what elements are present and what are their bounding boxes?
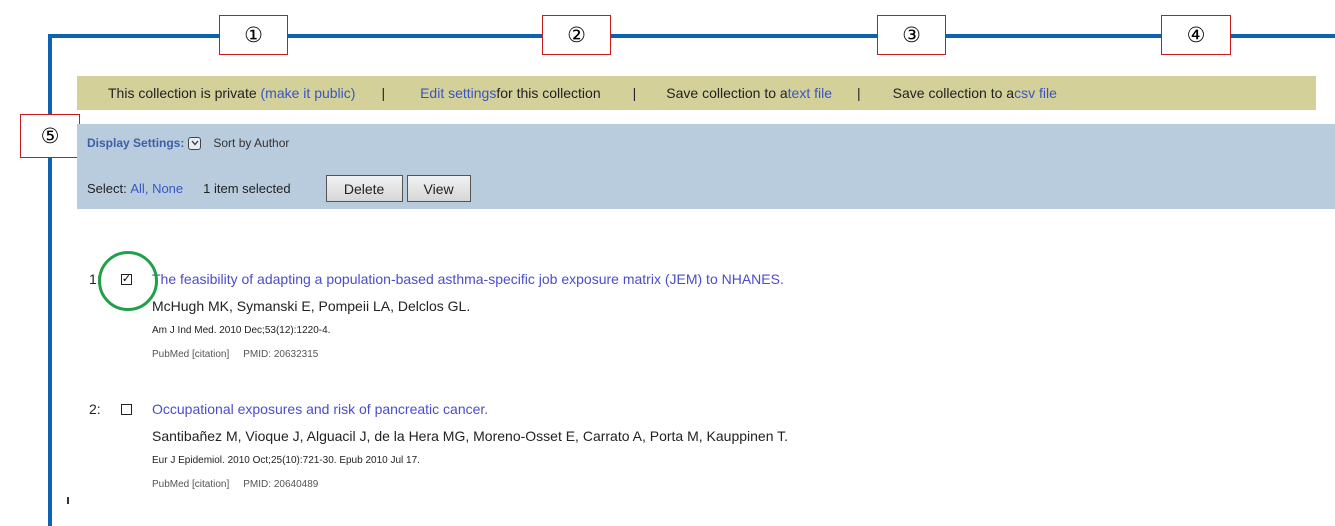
result-number: 2:	[89, 401, 101, 417]
highlight-circle	[98, 251, 158, 311]
chevron-down-icon[interactable]	[188, 136, 202, 150]
edit-settings-link[interactable]: Edit settings	[420, 85, 496, 101]
result-authors: McHugh MK, Symanski E, Pompeii LA, Delcl…	[152, 298, 471, 314]
select-all-link[interactable]: All,	[130, 181, 148, 196]
save-text-file-link[interactable]: text file	[788, 85, 832, 101]
display-settings-label[interactable]: Display Settings:	[87, 136, 184, 150]
result-meta: PubMed [citation] PMID: 20632315	[152, 349, 318, 360]
callout-2: ②	[542, 15, 611, 55]
result-meta: PubMed [citation] PMID: 20640489	[152, 479, 318, 490]
delete-button[interactable]: Delete	[325, 175, 403, 202]
chevron-down-icon-shape	[191, 140, 199, 146]
callout-4: ④	[1161, 15, 1231, 55]
private-status-text: This collection is private	[108, 85, 257, 101]
separator: |	[632, 85, 637, 101]
result-checkbox[interactable]	[121, 404, 132, 415]
save-csv-prefix: Save collection to a	[892, 85, 1015, 101]
separator: |	[857, 85, 861, 101]
select-none-link[interactable]: None	[152, 181, 183, 196]
result-authors: Santibañez M, Vioque J, Alguacil J, de l…	[152, 428, 789, 444]
callout-1: ①	[219, 15, 288, 55]
make-public-link[interactable]: (make it public)	[261, 85, 356, 101]
sort-by-label: Sort by Author	[213, 136, 290, 150]
result-journal: Am J Ind Med. 2010 Dec;53(12):1220-4.	[152, 325, 331, 336]
save-text-prefix: Save collection to a	[666, 85, 788, 101]
frame-left-line	[48, 34, 52, 526]
result-source: PubMed [citation]	[152, 349, 230, 360]
selected-count-text: 1 item selected	[203, 181, 291, 196]
result-pmid: PMID: 20640489	[243, 479, 319, 490]
tick-mark	[67, 497, 69, 504]
result-source: PubMed [citation]	[152, 479, 230, 490]
display-settings-row: Display Settings: Sort by Author	[87, 136, 289, 150]
edit-settings-suffix: for this collection	[496, 85, 601, 101]
collection-actions-bar: This collection is private (make it publ…	[77, 76, 1316, 110]
display-settings-panel: Display Settings: Sort by Author Select:…	[77, 124, 1335, 209]
callout-3: ③	[877, 15, 946, 55]
result-title-link[interactable]: The feasibility of adapting a population…	[152, 271, 784, 287]
result-title-link[interactable]: Occupational exposures and risk of pancr…	[152, 401, 488, 417]
save-csv-file-link[interactable]: csv file	[1014, 85, 1057, 101]
view-button[interactable]: View	[406, 175, 471, 202]
result-pmid: PMID: 20632315	[243, 349, 319, 360]
callout-5: ⑤	[20, 114, 80, 158]
selection-row: Select: All, None 1 item selected Delete…	[87, 175, 471, 202]
result-journal: Eur J Epidemiol. 2010 Oct;25(10):721-30.…	[152, 455, 420, 466]
separator: |	[381, 85, 386, 101]
select-label: Select:	[87, 181, 127, 196]
